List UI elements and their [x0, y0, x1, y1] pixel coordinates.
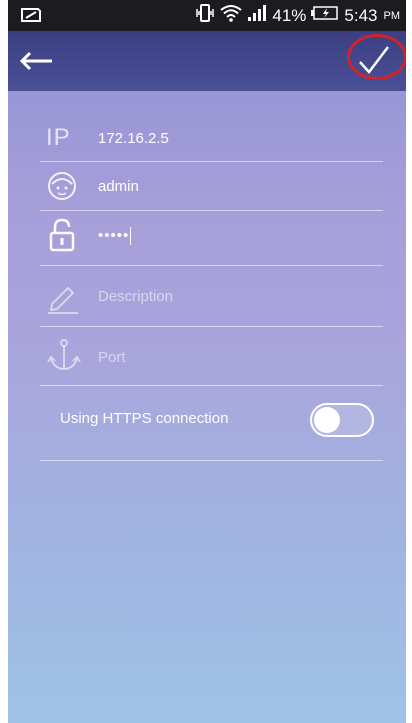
- pencil-icon: [46, 280, 80, 319]
- description-row: Description: [40, 266, 383, 327]
- arrow-left-icon: [19, 51, 52, 71]
- username-input[interactable]: admin: [98, 178, 373, 195]
- description-input[interactable]: Description: [98, 288, 373, 305]
- lock-icon: [46, 217, 78, 258]
- clock-ampm: PM: [383, 9, 401, 22]
- https-row: Using HTTPS connection: [40, 396, 383, 461]
- text-cursor: [130, 227, 132, 246]
- battery-percent: 41%: [272, 5, 307, 25]
- ip-input[interactable]: 172.16.2.5: [98, 130, 373, 147]
- password-dots: •••••: [98, 227, 130, 244]
- signal-icon: [247, 4, 267, 27]
- port-input[interactable]: Port: [98, 349, 373, 366]
- clock-time: 5:43: [344, 5, 378, 25]
- ip-row: IP 172.16.2.5: [40, 116, 383, 162]
- back-button[interactable]: [14, 45, 58, 77]
- sd-card-icon: [20, 7, 42, 28]
- ip-icon: IP: [46, 124, 71, 151]
- battery-icon: [311, 5, 339, 26]
- vibrate-icon: [195, 4, 215, 27]
- password-input[interactable]: •••••: [98, 227, 373, 246]
- toggle-knob: [314, 407, 340, 433]
- port-row: Port: [40, 327, 383, 386]
- username-row: admin: [40, 162, 383, 211]
- password-row: •••••: [40, 211, 383, 266]
- phone-screen: 41% 5:43 PM IP 172.16.2.5 admin ••••• De…: [8, 0, 406, 723]
- https-toggle[interactable]: [310, 403, 374, 437]
- status-bar: 41% 5:43 PM: [8, 0, 406, 31]
- checkmark-icon: [359, 46, 389, 74]
- wifi-icon: [220, 4, 242, 27]
- anchor-icon: [46, 337, 82, 378]
- app-bar: [8, 31, 406, 91]
- confirm-button[interactable]: [344, 35, 402, 85]
- user-face-icon: [46, 170, 78, 207]
- https-label: Using HTTPS connection: [60, 410, 229, 427]
